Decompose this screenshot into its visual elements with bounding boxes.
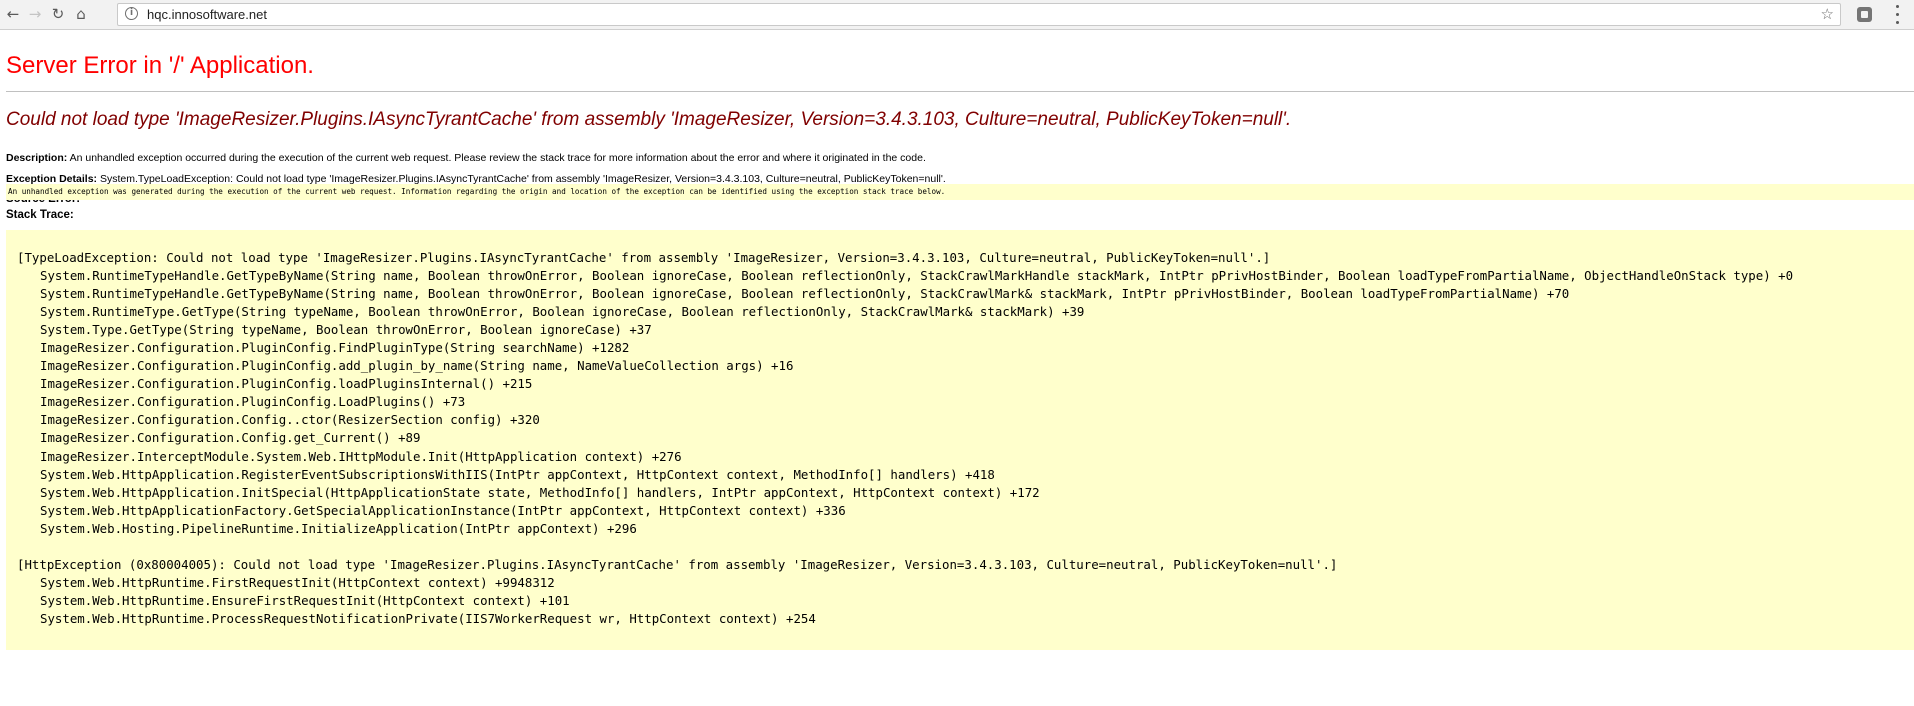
description-text: An unhandled exception occurred during t… xyxy=(69,152,926,164)
stack-frame: System.Web.HttpApplication.RegisterEvent… xyxy=(40,466,995,482)
forward-arrow-icon[interactable]: → xyxy=(24,3,46,25)
stack-frame: ImageResizer.Configuration.Config.get_Cu… xyxy=(40,430,421,446)
browser-menu-icon[interactable] xyxy=(1895,5,1899,24)
stack-frame: System.Web.HttpRuntime.EnsureFirstReques… xyxy=(40,592,570,608)
title-divider xyxy=(6,91,1914,92)
stack-frame: System.RuntimeType.GetType(String typeNa… xyxy=(40,304,1085,320)
stack-frame: System.Web.HttpApplicationFactory.GetSpe… xyxy=(40,502,846,518)
stack-frame: System.Type.GetType(String typeName, Boo… xyxy=(40,322,652,338)
stack-frame: System.Web.HttpRuntime.ProcessRequestNot… xyxy=(40,610,816,626)
extension-icon[interactable] xyxy=(1857,7,1872,22)
stack-trace-text: [TypeLoadException: Could not load type … xyxy=(6,230,1914,628)
description-label: Description: xyxy=(6,152,68,164)
stack-frame: System.Web.HttpApplication.InitSpecial(H… xyxy=(40,484,1040,500)
source-error-box: An unhandled exception was generated dur… xyxy=(6,184,1914,200)
stack-frame: System.RuntimeTypeHandle.GetTypeByName(S… xyxy=(40,268,1794,284)
stack-frame: System.Web.HttpRuntime.FirstRequestInit(… xyxy=(40,574,555,590)
stack-trace-box: [TypeLoadException: Could not load type … xyxy=(6,230,1914,650)
reload-icon[interactable]: ↻ xyxy=(47,3,69,25)
stack-frame: ImageResizer.Configuration.PluginConfig.… xyxy=(40,358,794,374)
home-icon[interactable]: ⌂ xyxy=(70,3,92,25)
stack-frame: ImageResizer.Configuration.Config..ctor(… xyxy=(40,412,540,428)
stack-frame: ImageResizer.Configuration.PluginConfig.… xyxy=(40,376,533,392)
stack-frame: ImageResizer.Configuration.PluginConfig.… xyxy=(40,340,630,356)
error-message: Could not load type 'ImageResizer.Plugin… xyxy=(6,109,1292,130)
back-arrow-icon[interactable]: ← xyxy=(2,3,24,25)
stack-frame: System.Web.Hosting.PipelineRuntime.Initi… xyxy=(40,520,637,536)
site-info-icon[interactable]: i xyxy=(125,7,138,20)
page-title: Server Error in '/' Application. xyxy=(6,52,314,79)
url-text[interactable]: hqc.innosoftware.net xyxy=(147,7,267,22)
source-error-text: An unhandled exception was generated dur… xyxy=(8,187,946,196)
stack-frame: ImageResizer.InterceptModule.System.Web.… xyxy=(40,448,682,464)
stack-frame: ImageResizer.Configuration.PluginConfig.… xyxy=(40,394,466,410)
stack-trace-header: [TypeLoadException: Could not load type … xyxy=(17,250,1271,265)
stack-trace-header: [HttpException (0x80004005): Could not l… xyxy=(17,556,1338,572)
description-line: Description: An unhandled exception occu… xyxy=(6,152,926,164)
stack-frame: System.RuntimeTypeHandle.GetTypeByName(S… xyxy=(40,286,1570,302)
bookmark-star-icon[interactable]: ☆ xyxy=(1821,5,1834,23)
stack-trace-label: Stack Trace: xyxy=(6,209,74,221)
browser-toolbar: ← → ↻ ⌂ i hqc.innosoftware.net ☆ xyxy=(0,0,1914,30)
address-bar[interactable]: i hqc.innosoftware.net ☆ xyxy=(117,3,1841,26)
